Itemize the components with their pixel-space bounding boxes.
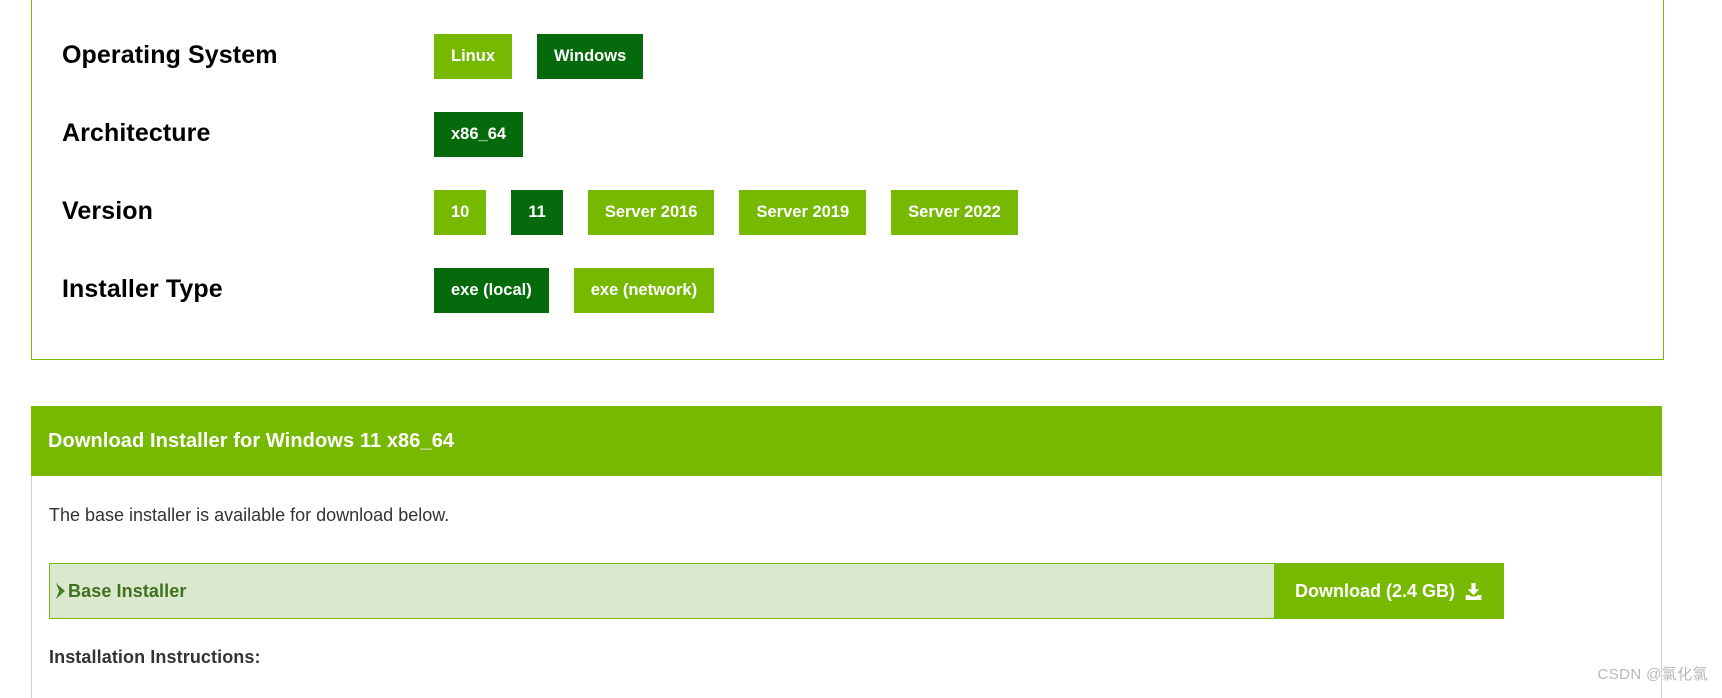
option-version-10[interactable]: 10: [434, 189, 487, 235]
row-label-architecture: Architecture: [62, 119, 211, 148]
download-button[interactable]: Download (2.4 GB): [1274, 563, 1504, 620]
download-panel-title: Download Installer for Windows 11 x86_64: [48, 429, 455, 452]
selector-row-installer-type: Installer Type exe (local) exe (network): [32, 251, 1663, 329]
download-panel-body: The base installer is available for down…: [31, 476, 1662, 698]
option-windows[interactable]: Windows: [537, 33, 644, 79]
option-server-2016[interactable]: Server 2016: [587, 189, 715, 235]
selector-row-version: Version 10 11 Server 2016 Server 2019 Se…: [32, 173, 1663, 251]
options-operating-system: Linux Windows: [434, 33, 644, 79]
base-installer-label: Base Installer: [68, 580, 187, 601]
download-panel: Download Installer for Windows 11 x86_64…: [31, 406, 1662, 698]
option-x86-64[interactable]: x86_64: [434, 111, 524, 157]
download-panel-header: Download Installer for Windows 11 x86_64: [31, 406, 1662, 476]
options-version: 10 11 Server 2016 Server 2019 Server 202…: [434, 189, 1018, 235]
row-label-operating-system: Operating System: [62, 41, 278, 70]
selector-row-architecture: Architecture x86_64: [32, 95, 1663, 173]
option-server-2022[interactable]: Server 2022: [891, 189, 1018, 235]
option-linux[interactable]: Linux: [434, 33, 512, 79]
chevron-right-icon: [54, 582, 67, 600]
row-label-version: Version: [62, 197, 154, 226]
row-label-installer-type: Installer Type: [62, 275, 223, 304]
download-icon: [1464, 582, 1483, 601]
cuda-selector-panel: Operating System Linux Windows Architect…: [31, 0, 1664, 360]
installation-instructions-heading: Installation Instructions:: [49, 647, 261, 668]
selector-row-operating-system: Operating System Linux Windows: [32, 17, 1663, 95]
option-version-11[interactable]: 11: [511, 189, 563, 235]
csdn-watermark: CSDN @氯化氯: [1597, 666, 1708, 683]
base-installer-row[interactable]: Base Installer Download (2.4 GB): [49, 563, 1504, 620]
download-button-label: Download (2.4 GB): [1294, 580, 1455, 601]
base-installer-label-wrap[interactable]: Base Installer: [50, 564, 1274, 618]
options-installer-type: exe (local) exe (network): [434, 267, 715, 313]
options-architecture: x86_64: [434, 111, 524, 157]
download-intro-text: The base installer is available for down…: [49, 505, 450, 525]
option-server-2019[interactable]: Server 2019: [739, 189, 867, 235]
option-exe-network[interactable]: exe (network): [573, 267, 715, 313]
option-exe-local[interactable]: exe (local): [434, 267, 549, 313]
